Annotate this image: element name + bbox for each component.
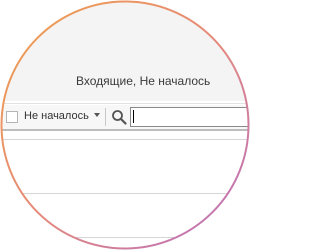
status-filter-dropdown[interactable]: Не началось	[24, 110, 89, 122]
toolbar-separator	[105, 108, 106, 126]
chevron-down-icon[interactable]	[94, 113, 100, 117]
message-list[interactable]	[1, 131, 249, 249]
list-item[interactable]	[1, 139, 249, 140]
text-cursor	[133, 110, 134, 123]
list-item[interactable]	[1, 193, 249, 194]
folder-title: Входящие, Не началось	[76, 74, 211, 88]
search-icon[interactable]	[111, 109, 127, 125]
circular-crop: Входящие, Не началось Не началось	[1, 1, 249, 249]
toolbar-divider	[1, 103, 249, 104]
search-input[interactable]	[130, 107, 249, 127]
select-all-checkbox[interactable]	[6, 111, 18, 123]
list-item[interactable]	[1, 237, 249, 238]
screenshot-viewport: Входящие, Не началось Не началось	[0, 0, 250, 250]
